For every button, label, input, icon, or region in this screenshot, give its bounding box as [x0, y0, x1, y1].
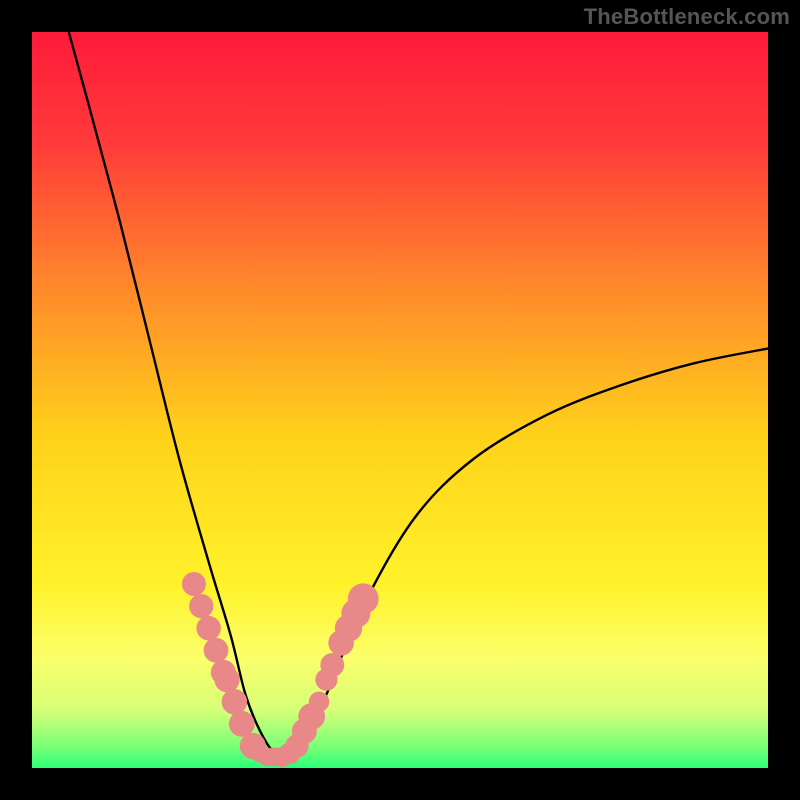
marker-point — [222, 689, 248, 715]
marker-point — [309, 692, 329, 712]
marker-point — [204, 638, 229, 663]
marker-point — [229, 711, 255, 737]
chart-frame: TheBottleneck.com — [0, 0, 800, 800]
watermark-text: TheBottleneck.com — [584, 4, 790, 30]
marker-point — [182, 572, 206, 596]
marker-point — [348, 583, 379, 614]
marker-point — [320, 653, 344, 677]
gradient-background — [32, 32, 768, 768]
marker-point — [214, 667, 239, 692]
marker-point — [189, 594, 213, 618]
plot-area — [32, 32, 768, 768]
bottleneck-chart — [32, 32, 768, 768]
marker-point — [196, 616, 221, 641]
